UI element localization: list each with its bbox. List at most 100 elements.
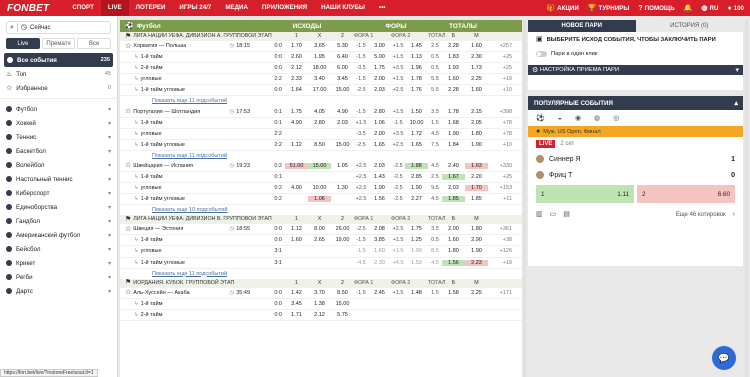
match-name[interactable]: ☆ Швеция — Эстония ◷ 18:55 <box>120 226 250 233</box>
nav-games[interactable]: ИГРЫ 24/7 <box>172 0 218 16</box>
odd-button[interactable]: 15.00 <box>308 162 331 169</box>
odd-button[interactable]: 2.27 <box>405 196 428 202</box>
odd-button[interactable]: 2.80 <box>308 120 331 126</box>
odd-button[interactable]: 2.00 <box>368 76 391 82</box>
account-balance[interactable]: ● 100 <box>727 5 744 12</box>
subevent-row[interactable]: ↳ 2-й тайм 0:0 1.71 2.12 5.75 <box>120 310 522 321</box>
odd-button[interactable]: 3.00 <box>368 43 391 49</box>
odd-button[interactable]: 2.33 <box>285 76 308 82</box>
odd-button[interactable]: 1.75 <box>405 226 428 232</box>
table-row[interactable]: ☆ Португалия — Шотландия ◷ 17:53 0:1 1.75 4.05… <box>120 106 522 118</box>
help-link[interactable]: ? ПОМОЩЬ <box>638 5 674 12</box>
odd-button[interactable]: 15.00 <box>331 142 354 148</box>
search-bar[interactable]: ⌕ ◷ Сейчас <box>6 21 111 34</box>
odd-button[interactable]: 19.00 <box>331 237 354 243</box>
odd-button[interactable]: 2.20 <box>465 174 488 180</box>
odd-button[interactable]: 1.75 <box>285 109 308 115</box>
more-markets-button[interactable]: +78 <box>488 131 514 137</box>
tab-live[interactable]: Live <box>6 38 40 49</box>
show-more-link[interactable]: Показать еще 11 подсобытий <box>120 269 522 279</box>
odd-button[interactable]: 1.53 <box>405 260 428 266</box>
odd-button[interactable]: 1.25 <box>405 237 428 243</box>
sidebar-item-sport[interactable]: Крикет ▾ <box>0 256 117 270</box>
odd-button[interactable]: 2.30 <box>368 260 391 266</box>
subevent-row[interactable]: ↳ 1-й тайм 0:0 1.60 2.65 19.00 -1.5 3.85 +1.5 1.2… <box>120 235 522 247</box>
sidebar-item-sport[interactable]: Бейсбол ▾ <box>0 242 117 256</box>
odd-button[interactable]: 3.40 <box>308 76 331 82</box>
tennis-icon[interactable]: ◉ <box>575 114 581 122</box>
subevent-row[interactable]: ↳ 1-й тайм 0:0 2.60 1.95 6.40 -1.5 5.00 +1.5 1.13… <box>120 52 522 64</box>
page-scrollbar[interactable] <box>745 20 748 377</box>
subevent-row[interactable]: ↳ 1-й тайм 0:0 3.45 1.38 15.00 <box>120 299 522 310</box>
odd-button[interactable]: 2.28 <box>442 87 465 93</box>
odd-button[interactable]: 8.50 <box>331 290 354 296</box>
odd-button[interactable]: 1.75 <box>368 65 391 71</box>
one-click-toggle[interactable] <box>536 51 547 57</box>
subevent-row[interactable]: ↳ угловые 2:2 2.33 3.40 3.45 -1.5 2.00 +1.5 1.78 5… <box>120 74 522 86</box>
odd-button[interactable]: 1.90 <box>465 142 488 148</box>
odd-button[interactable]: 1.48 <box>405 290 428 296</box>
odd-button[interactable]: 1.80 <box>442 248 465 254</box>
odd-button[interactable]: 3.85 <box>368 237 391 243</box>
nav-lotteries[interactable]: ЛОТЕРЕИ <box>129 0 173 16</box>
odd-button[interactable]: 1.60 <box>465 43 488 49</box>
sidebar-item-sport[interactable]: Хоккей ▾ <box>0 116 117 130</box>
odd-button[interactable]: 1.83 <box>442 54 465 60</box>
tab-all[interactable]: Все <box>77 38 112 49</box>
odd-button[interactable]: 1.73 <box>465 65 488 71</box>
odd-button[interactable]: 5.00 <box>368 54 391 60</box>
odd-button[interactable]: 15.00 <box>331 87 354 93</box>
odd-button[interactable]: 1.05 <box>331 163 354 169</box>
odd-button[interactable]: 3.45 <box>285 301 308 307</box>
odd-button[interactable]: 1.58 <box>442 290 465 296</box>
odd-button[interactable]: 2.40 <box>442 163 465 169</box>
odd-button[interactable]: 2.03 <box>442 185 465 191</box>
odd-button[interactable]: 2.05 <box>465 120 488 126</box>
odd-button[interactable]: 2.03 <box>331 120 354 126</box>
odd-button[interactable]: 1.38 <box>308 301 331 307</box>
subevent-row[interactable]: ↳ 2-й тайм 0:0 2.12 18.00 6.00 -3.5 1.75 +3.5 1.9… <box>120 63 522 75</box>
odd-button[interactable]: 10.00 <box>308 185 331 191</box>
sidebar-item-favorites[interactable]: ☆ Избранное 0 <box>0 81 117 95</box>
odd-button[interactable]: 3.45 <box>331 76 354 82</box>
odd-button[interactable]: 17.00 <box>308 87 331 93</box>
basketball-icon[interactable]: ◍ <box>594 114 600 122</box>
odd-button[interactable]: 1.12 <box>285 142 308 148</box>
star-icon[interactable]: ☆ <box>125 108 131 115</box>
more-markets-button[interactable]: +10 <box>488 87 514 93</box>
odd-button[interactable]: 1.70 <box>465 185 488 192</box>
nav-more[interactable]: ••• <box>372 0 393 16</box>
odd-button[interactable]: 6.00 <box>331 65 354 71</box>
odd-button[interactable]: 1.85 <box>465 196 488 202</box>
table-row[interactable]: ☆ Аль-Хуссейн — Акаба ◷ 35:49 0:0 1.42 3.70 8.5… <box>120 288 522 299</box>
sidebar-item-sport[interactable]: Единоборства ▾ <box>0 200 117 214</box>
odd-button[interactable]: 1.12 <box>285 226 308 232</box>
odd-button[interactable]: 1.50 <box>405 109 428 115</box>
odd-button[interactable]: 2.00 <box>368 131 391 137</box>
odd-button[interactable]: 1.80 <box>465 226 488 232</box>
tab-bet-history[interactable]: ИСТОРИЯ (0) <box>635 20 743 32</box>
odd-button[interactable]: 5.30 <box>331 43 354 49</box>
odd-button[interactable]: 1.64 <box>285 87 308 93</box>
odd-button[interactable]: 2.25 <box>465 76 488 82</box>
center-scrollbar[interactable] <box>523 20 526 377</box>
subevent-row[interactable]: ↳ 1-й тайм угловые 0:0 1.64 17.00 15.00 -2.5 2.… <box>120 85 522 97</box>
stats-icon[interactable]: ▥ <box>536 211 543 218</box>
odd-button[interactable]: 2.60 <box>285 54 308 60</box>
more-markets-button[interactable]: +11 <box>488 196 514 202</box>
more-markets-button[interactable]: +19 <box>488 76 514 82</box>
sidebar-item-sport[interactable]: Настольный теннис ▾ <box>0 172 117 186</box>
star-icon[interactable]: ☆ <box>125 43 131 50</box>
odd-button[interactable]: 2.23 <box>465 259 488 266</box>
odd-button[interactable]: 5.75 <box>331 312 354 318</box>
odd-button[interactable]: 1.71 <box>285 312 308 318</box>
odd-button[interactable]: 1.60 <box>368 248 391 254</box>
more-markets-button[interactable]: +38 <box>488 237 514 243</box>
match-name[interactable]: ☆ Швейцария — Испания ◷ 19:23 <box>120 162 250 169</box>
odd-button[interactable]: 1.13 <box>405 54 428 60</box>
odd-button[interactable]: 1.72 <box>405 131 428 137</box>
odd-button[interactable]: 1.76 <box>405 87 428 93</box>
odd-button[interactable]: 1.63 <box>465 162 488 169</box>
odd-button[interactable]: 8.00 <box>308 226 331 232</box>
football-icon[interactable]: ⚽ <box>536 114 545 122</box>
